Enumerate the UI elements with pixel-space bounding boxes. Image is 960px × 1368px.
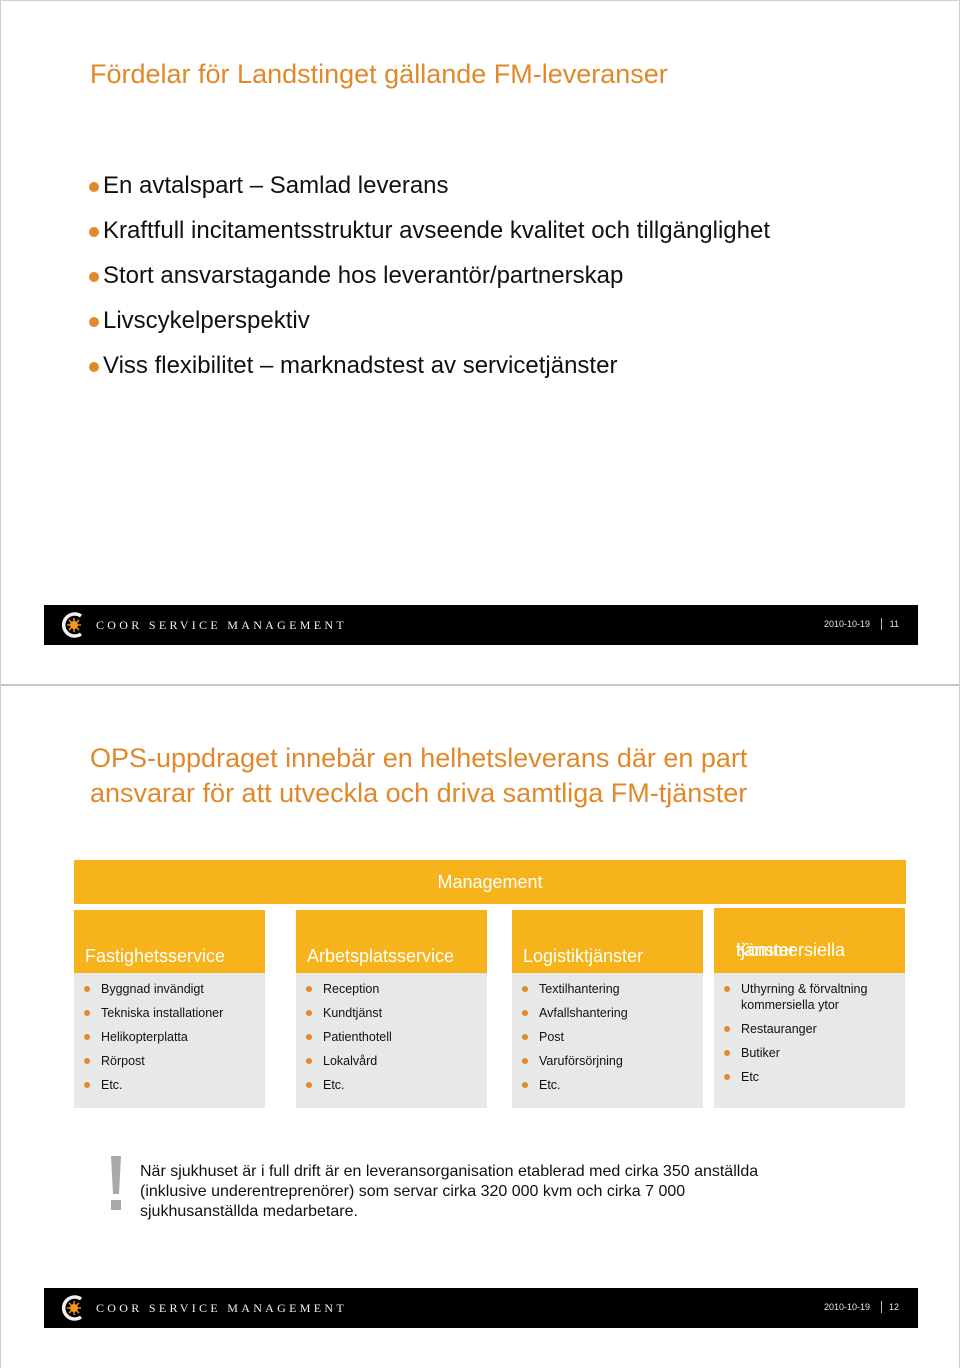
bullet-icon	[84, 986, 90, 992]
footer-date: 2010-10-19	[823, 619, 870, 629]
list-item: Lokalvård	[306, 1053, 487, 1069]
list-item: Post	[522, 1029, 703, 1045]
bullet-icon	[89, 361, 99, 372]
bullet-icon	[306, 986, 312, 992]
bullet-icon	[306, 1034, 312, 1040]
list-item: Patienthotell	[306, 1029, 487, 1045]
bullet-icon	[89, 181, 99, 192]
coor-logo-icon	[61, 612, 83, 638]
list-item: En avtalspart – Samlad leverans	[89, 163, 770, 208]
footer-divider	[881, 618, 882, 630]
list-item: Varuförsörjning	[522, 1053, 703, 1069]
bullet-icon	[84, 1034, 90, 1040]
slide-11: Fördelar för Landstinget gällande FM-lev…	[0, 0, 960, 685]
coor-logo-icon	[61, 1295, 83, 1321]
bullet-icon	[724, 1050, 730, 1056]
bullet-icon	[724, 1026, 730, 1032]
list-item: Helikopterplatta	[84, 1029, 265, 1045]
bullet-icon	[522, 1034, 528, 1040]
list-item: Reception	[306, 981, 487, 997]
brand-name: COOR SERVICE MANAGEMENT	[96, 1301, 347, 1315]
footer-bar: COOR SERVICE MANAGEMENT 2010-10-19 12	[44, 1288, 918, 1328]
bullet-icon	[522, 1058, 528, 1064]
list-item: Etc.	[84, 1077, 265, 1093]
column-header: Fastighetsservice	[74, 910, 265, 973]
list-item: Stort ansvarstagande hos leverantör/part…	[89, 253, 770, 298]
column-list: Byggnad invändigt Tekniska installatione…	[74, 973, 265, 1108]
bullet-icon	[84, 1082, 90, 1088]
exclamation-icon	[105, 1156, 127, 1216]
management-box: Management	[74, 860, 906, 904]
column-list: Textilhantering Avfallshantering Post Va…	[512, 973, 703, 1108]
page-number: 11	[889, 619, 899, 629]
management-label: Management	[437, 872, 543, 892]
bullet-icon	[724, 1074, 730, 1080]
list-item: Viss flexibilitet – marknadstest av serv…	[89, 343, 770, 388]
bullet-icon	[89, 226, 99, 237]
bullet-icon	[306, 1082, 312, 1088]
footer-bar: COOR SERVICE MANAGEMENT 2010-10-19 11	[44, 605, 918, 645]
bullet-icon	[84, 1010, 90, 1016]
list-item: Rörpost	[84, 1053, 265, 1069]
slide-title: OPS-uppdraget innebär en helhetsleverans…	[90, 743, 748, 808]
footer-divider	[881, 1301, 882, 1313]
list-item: Etc.	[522, 1077, 703, 1093]
brand-name: COOR SERVICE MANAGEMENT	[96, 618, 347, 632]
bullet-icon	[522, 1082, 528, 1088]
list-item: Uthyrning & förvaltning kommersiella yto…	[724, 981, 905, 1013]
service-column-logistiktjanster: Logistiktjänster Textilhantering Avfalls…	[512, 910, 703, 1108]
column-header: Logistiktjänster	[512, 910, 703, 973]
list-item: Kundtjänst	[306, 1005, 487, 1021]
list-item: Avfallshantering	[522, 1005, 703, 1021]
list-item: Livscykelperspektiv	[89, 298, 770, 343]
bullet-icon	[522, 1010, 528, 1016]
bullet-icon	[89, 271, 99, 282]
service-column-arbetsplatsservice: Arbetsplatsservice Reception Kundtjänst …	[296, 910, 487, 1108]
column-header: Kommersiella tjänster	[714, 908, 905, 973]
list-item: Etc.	[306, 1077, 487, 1093]
bullet-icon	[522, 986, 528, 992]
bullet-icon	[89, 316, 99, 327]
list-item: Etc	[724, 1069, 905, 1085]
bullet-icon	[306, 1058, 312, 1064]
bullet-icon	[724, 986, 730, 992]
note-text: När sjukhuset är i full drift är en leve…	[140, 1163, 759, 1220]
service-column-fastighetsservice: Fastighetsservice Byggnad invändigt Tekn…	[74, 910, 265, 1108]
slide-12: OPS-uppdraget innebär en helhetsleverans…	[0, 685, 960, 1368]
service-column-kommersiella-tjanster: Kommersiella tjänster Uthyrning & förvalt…	[714, 908, 905, 1108]
benefit-list: En avtalspart – Samlad leverans Kraftful…	[89, 163, 770, 388]
column-list: Reception Kundtjänst Patienthotell Lokal…	[296, 973, 487, 1108]
list-item: Restauranger	[724, 1021, 905, 1037]
list-item: Tekniska installationer	[84, 1005, 265, 1021]
list-item: Kraftfull incitamentsstruktur avseende k…	[89, 208, 770, 253]
list-item: Byggnad invändigt	[84, 981, 265, 997]
page-number: 12	[888, 1302, 899, 1312]
column-list: Uthyrning & förvaltning kommersiella yto…	[714, 973, 905, 1108]
footer-date: 2010-10-19	[823, 1302, 870, 1312]
list-item: Butiker	[724, 1045, 905, 1061]
bullet-icon	[84, 1058, 90, 1064]
list-item: Textilhantering	[522, 981, 703, 997]
slide-title: Fördelar för Landstinget gällande FM-lev…	[90, 59, 668, 89]
column-header: Arbetsplatsservice	[296, 910, 487, 973]
bullet-icon	[306, 1010, 312, 1016]
